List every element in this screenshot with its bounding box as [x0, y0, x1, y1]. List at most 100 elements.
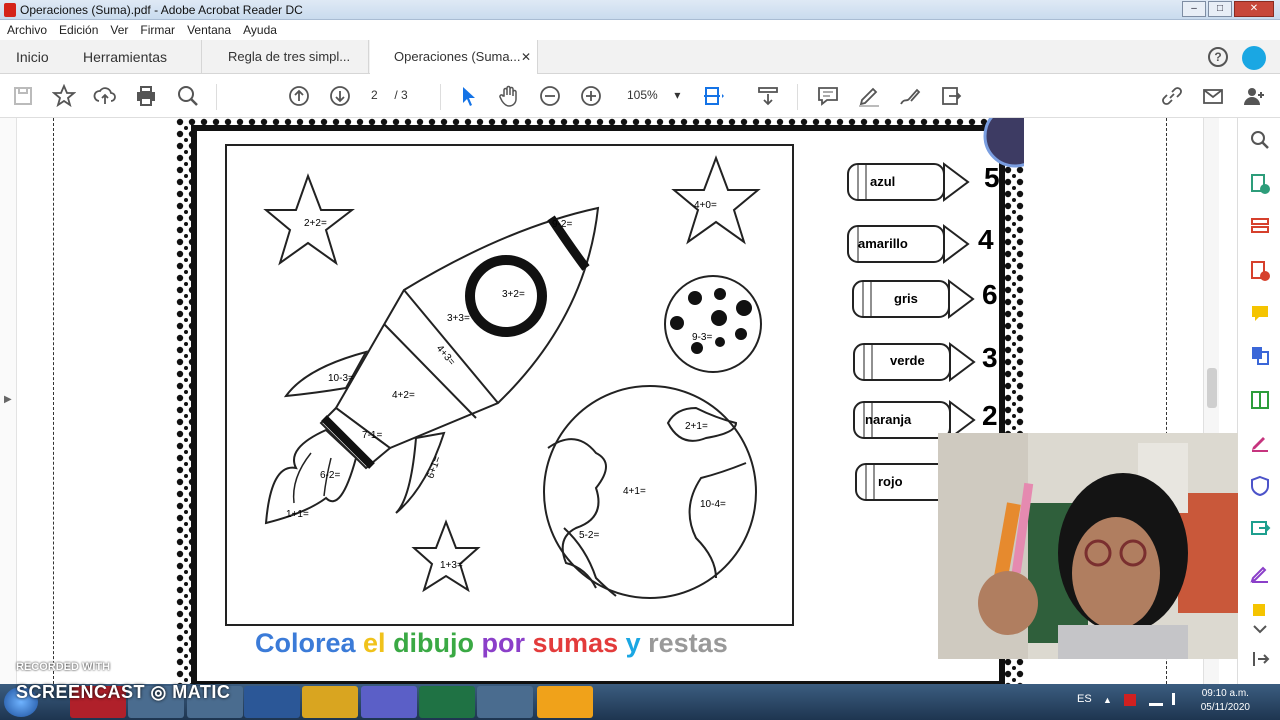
taskbar-folder-icon[interactable] — [302, 686, 358, 718]
window-title: Operaciones (Suma).pdf - Adobe Acrobat R… — [20, 3, 303, 17]
link-icon[interactable] — [1160, 84, 1184, 108]
fill-sign-icon[interactable] — [1249, 431, 1271, 453]
panel-scroll-down-icon[interactable] — [1249, 618, 1271, 640]
watermark-recorded-with: RECORDED WITH — [16, 661, 111, 673]
zoom-out-icon[interactable] — [538, 84, 562, 108]
scrollbar-thumb[interactable] — [1207, 368, 1217, 408]
legend-number-gris: 6 — [982, 279, 998, 310]
page-up-icon[interactable] — [287, 84, 311, 108]
print-icon[interactable] — [134, 84, 158, 108]
system-clock[interactable]: 09:10 a.m. 05/11/2020 — [1201, 687, 1250, 715]
right-tools-panel — [1237, 118, 1280, 684]
protect-icon[interactable] — [1249, 475, 1271, 497]
send-review-icon[interactable] — [1249, 517, 1271, 539]
export-pdf-icon[interactable] — [1249, 173, 1271, 195]
legend-label-rojo: rojo — [878, 474, 903, 489]
menu-ver[interactable]: Ver — [106, 20, 136, 40]
clock-time: 09:10 a.m. — [1201, 688, 1249, 699]
taskbar-teams-icon[interactable] — [361, 686, 417, 718]
title-bar: Operaciones (Suma).pdf - Adobe Acrobat R… — [0, 0, 1280, 20]
left-collapsed-panel[interactable]: ▶ — [0, 118, 17, 684]
volume-icon[interactable] — [1172, 693, 1182, 705]
menu-ventana[interactable]: Ventana — [183, 20, 239, 40]
zoom-select[interactable]: 105% ▾ — [627, 88, 680, 102]
close-window-button[interactable]: ✕ — [1234, 1, 1274, 17]
caption-word-6: y — [625, 628, 649, 658]
create-pdf-icon[interactable] — [1249, 260, 1271, 282]
comment-icon[interactable] — [816, 84, 840, 108]
hand-icon[interactable] — [497, 84, 521, 108]
bookmark-star-icon[interactable] — [52, 84, 76, 108]
rocket-band1-label: 3+3= — [447, 313, 470, 324]
page-number-input[interactable]: 2 / 3 — [371, 88, 408, 102]
tab-document-label: Operaciones (Suma... — [394, 49, 521, 64]
flame2-label: 1+1= — [286, 509, 309, 520]
maximize-button[interactable]: □ — [1208, 1, 1232, 17]
worksheet-artwork — [176, 118, 1024, 684]
collapse-panel-icon[interactable] — [1249, 648, 1271, 670]
menu-ayuda[interactable]: Ayuda — [239, 20, 285, 40]
request-signature-icon[interactable] — [1249, 562, 1271, 584]
combine-files-icon[interactable] — [1249, 344, 1271, 366]
taskbar-paint-icon[interactable] — [477, 686, 533, 718]
webcam-overlay — [938, 433, 1238, 659]
upload-icon[interactable] — [93, 84, 117, 108]
legend-label-gris: gris — [894, 291, 918, 306]
legend-number-azul: 5 — [984, 162, 1000, 193]
select-cursor-icon[interactable] — [456, 84, 480, 108]
caption-word-2: el — [363, 628, 394, 658]
network-icon[interactable] — [1149, 694, 1163, 706]
tab-document-regla[interactable]: Regla de tres simpl... — [201, 40, 369, 74]
watermark-screencast-logo: SCREENCAST ◎ MATIC — [16, 682, 231, 702]
mail-icon[interactable] — [1201, 84, 1225, 108]
minimize-button[interactable]: – — [1182, 1, 1206, 17]
tray-security-icon[interactable] — [1124, 694, 1136, 706]
star2-label: 4+0= — [694, 200, 717, 211]
toolbar: 2 / 3 105% ▾ — [0, 74, 1280, 118]
total-pages: / 3 — [394, 88, 408, 102]
expand-left-panel-icon[interactable]: ▶ — [4, 394, 12, 405]
highlight-pen-icon[interactable] — [857, 84, 881, 108]
close-tab-icon[interactable]: ✕ — [521, 40, 531, 74]
language-indicator[interactable]: ES — [1077, 693, 1092, 705]
taskbar-excel-icon[interactable] — [419, 686, 475, 718]
save-icon[interactable] — [11, 84, 35, 108]
menu-archivo[interactable]: Archivo — [3, 20, 55, 40]
rocket-tip-label: 9-2= — [552, 219, 573, 230]
fit-page-icon[interactable] — [702, 84, 726, 108]
taskbar-word-icon[interactable] — [244, 686, 300, 718]
earth2-label: 4+1= — [623, 486, 646, 497]
legend-label-azul: azul — [870, 174, 896, 189]
legend-label-amarillo: amarillo — [858, 236, 908, 251]
organize-pages-icon[interactable] — [1249, 216, 1271, 238]
tab-inicio[interactable]: Inicio — [16, 40, 49, 74]
menu-firmar[interactable]: Firmar — [136, 20, 183, 40]
zoom-tool-icon[interactable] — [1249, 129, 1271, 151]
earth3-label: 10-4= — [700, 499, 726, 510]
webcam-video-frame — [938, 433, 1238, 659]
caption-word-1: Colorea — [255, 628, 364, 658]
search-icon[interactable] — [176, 84, 200, 108]
sign-icon[interactable] — [898, 84, 922, 108]
menu-edicion[interactable]: Edición — [55, 20, 106, 40]
menu-bar: Archivo Edición Ver Firmar Ventana Ayuda — [0, 20, 1280, 40]
taskbar-screencast-icon[interactable] — [537, 686, 593, 718]
caption-word-4: por — [481, 628, 533, 658]
zoom-in-icon[interactable] — [579, 84, 603, 108]
current-page: 2 — [371, 88, 378, 102]
earth1-label: 2+1= — [685, 421, 708, 432]
worksheet-page: 2+2= 4+0= 1+3= 9-2= 3+2= 3+3= 4+3= 4+2= … — [176, 118, 1024, 684]
tab-herramientas[interactable]: Herramientas — [83, 40, 167, 74]
tray-expand-icon[interactable]: ▲ — [1103, 695, 1112, 705]
help-icon[interactable]: ? — [1208, 47, 1228, 67]
legend-number-verde: 3 — [982, 342, 998, 373]
user-avatar-icon[interactable] — [1242, 46, 1266, 70]
share-icon[interactable] — [939, 84, 963, 108]
comment-tool-icon[interactable] — [1249, 303, 1271, 325]
edit-pdf-icon[interactable] — [1249, 389, 1271, 411]
rocket-body-label: 4+2= — [392, 390, 415, 401]
scroll-mode-icon[interactable] — [756, 84, 780, 108]
add-user-icon[interactable] — [1242, 84, 1266, 108]
page-down-icon[interactable] — [328, 84, 352, 108]
tab-document-operaciones[interactable]: Operaciones (Suma... ✕ — [370, 40, 538, 75]
